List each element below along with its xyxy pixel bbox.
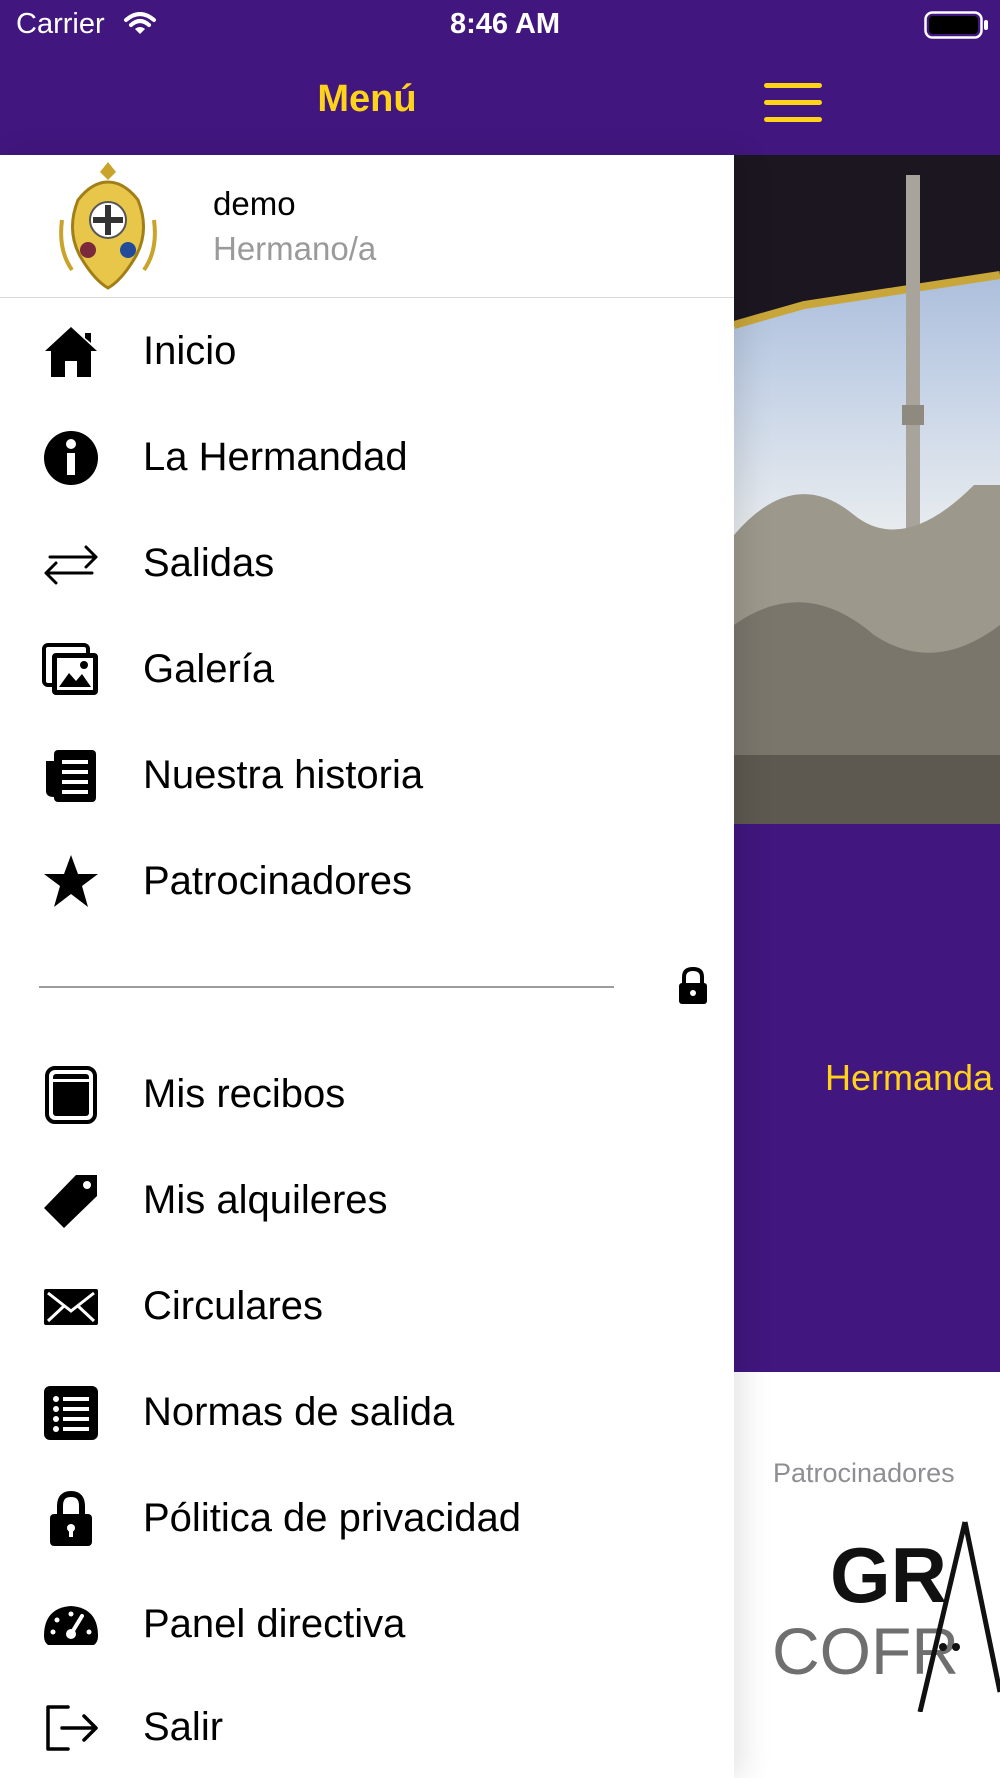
menu-label: La Hermandad [143,435,408,479]
menu-item-patrocinadores[interactable]: Patrocinadores [0,831,734,931]
document-icon [42,747,100,805]
menu-label: Pólitica de privacidad [143,1496,521,1540]
menu-label: Circulares [143,1284,324,1328]
user-role: Hermano/a [213,230,377,267]
status-bar: Carrier 8:46 AM [0,0,1000,50]
menu-item-politica-de-privacidad[interactable]: Pólitica de privacidad [0,1468,734,1568]
app-header: Menú [0,50,1000,155]
menu-label: Patrocinadores [143,859,413,903]
info-icon [42,429,100,487]
logout-icon [42,1699,100,1757]
menu-item-galeria[interactable]: Galería [0,619,734,719]
menu-label: Salir [143,1705,224,1749]
gallery-icon [42,641,100,699]
menu-item-normas-de-salida[interactable]: Normas de salida [0,1362,734,1462]
home-icon [42,323,100,381]
promo-banner: Hermanda [734,824,1000,1372]
list-icon [42,1384,100,1442]
menu-item-mis-recibos[interactable]: Mis recibos [0,1044,734,1144]
speedometer-icon [42,1596,100,1654]
menu-label: Nuestra historia [143,753,424,797]
menu-item-panel-directiva[interactable]: Panel directiva [0,1574,734,1674]
envelope-icon [42,1278,100,1336]
menu-item-mis-alquileres[interactable]: Mis alquileres [0,1150,734,1250]
section-divider [39,986,614,988]
profile-header: demo Hermano/a [0,155,734,298]
sponsors-section-label: Patrocinadores [773,1458,955,1488]
svg-text:GR: GR [830,1531,947,1619]
menu-item-salir[interactable]: Salir [0,1677,734,1777]
banner-text: Hermanda [825,1057,994,1098]
hamburger-menu-icon[interactable] [764,83,822,123]
menu-item-salidas[interactable]: Salidas [0,513,734,613]
arrows-exchange-icon [42,535,100,593]
brotherhood-crest-logo [58,160,158,297]
menu-item-la-hermandad[interactable]: La Hermandad [0,407,734,507]
battery-icon [924,11,990,44]
menu-label: Panel directiva [143,1602,406,1646]
svg-text:COFR: COFR [772,1614,959,1688]
hero-image [734,155,1000,824]
menu-label: Galería [143,647,275,691]
menu-item-circulares[interactable]: Circulares [0,1256,734,1356]
private-section-lock-icon [676,966,710,1011]
receipt-icon [42,1066,100,1124]
side-drawer: demo Hermano/a Inicio La Hermandad Salid… [0,155,734,1778]
menu-label: Salidas [143,541,275,585]
star-icon [42,853,100,911]
menu-label: Mis recibos [143,1072,346,1116]
tag-icon [42,1172,100,1230]
status-time: 8:46 AM [449,8,561,40]
user-name: demo [213,185,296,222]
lock-icon [42,1490,100,1548]
sponsor-logo: GR COFR [770,1512,1000,1717]
menu-item-inicio[interactable]: Inicio [0,301,734,401]
menu-label: Mis alquileres [143,1178,388,1222]
menu-label: Normas de salida [143,1390,455,1434]
page-title: Menú [317,78,417,120]
menu-item-nuestra-historia[interactable]: Nuestra historia [0,725,734,825]
menu-label: Inicio [143,329,237,373]
